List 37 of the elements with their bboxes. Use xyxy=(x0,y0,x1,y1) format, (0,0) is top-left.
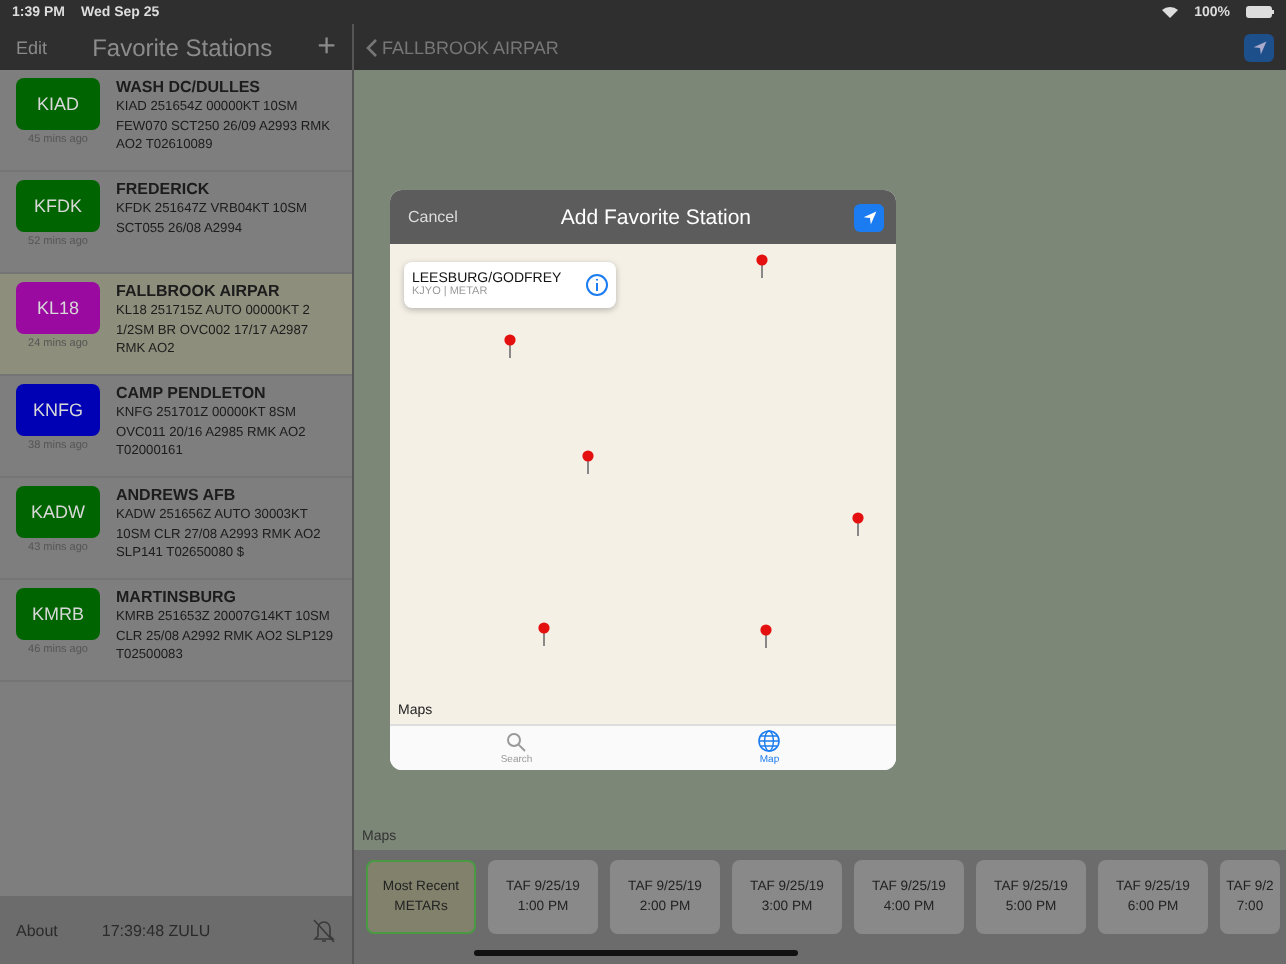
battery-icon xyxy=(1246,6,1274,18)
station-code-badge: KFDK xyxy=(16,180,100,232)
zulu-clock: 17:39:48 ZULU xyxy=(101,921,211,939)
pin-icon[interactable] xyxy=(756,254,768,278)
station-name: FREDERICK xyxy=(116,180,212,198)
wifi-icon xyxy=(1162,6,1179,18)
bell-muted-icon[interactable] xyxy=(312,917,336,943)
pin-icon[interactable] xyxy=(852,512,864,536)
search-icon xyxy=(506,731,527,751)
edit-button[interactable]: Edit xyxy=(16,37,48,57)
station-code-badge: KMRB xyxy=(16,588,100,640)
cancel-button[interactable]: Cancel xyxy=(408,208,458,226)
station-name: FALLBROOK AIRPAR xyxy=(116,282,282,300)
location-button[interactable] xyxy=(1244,33,1274,61)
station-code-badge: KL18 xyxy=(16,282,100,334)
globe-icon xyxy=(758,730,781,752)
station-name: CAMP PENDLETON xyxy=(116,384,268,402)
info-icon[interactable] xyxy=(586,274,608,296)
station-code-badge: KNFG xyxy=(16,384,100,436)
station-code-badge: KADW xyxy=(16,486,100,538)
station-name: MARTINSBURG xyxy=(116,588,238,606)
pin-icon[interactable] xyxy=(504,334,516,358)
about-link[interactable]: About xyxy=(16,921,58,939)
pin-icon[interactable] xyxy=(538,622,550,646)
add-button[interactable]: + xyxy=(317,31,336,63)
sidebar-title: Favorite Stations xyxy=(90,33,275,61)
station-name: ANDREWS AFB xyxy=(116,486,238,504)
station-name: WASH DC/DULLES xyxy=(116,78,262,96)
pin-icon[interactable] xyxy=(760,624,772,648)
chevron-left-icon[interactable] xyxy=(366,37,378,57)
back-link[interactable]: FALLBROOK AIRPAR xyxy=(382,37,559,57)
location-button[interactable] xyxy=(854,203,884,231)
dialog-title: Add Favorite Station xyxy=(558,205,754,229)
station-code-badge: KIAD xyxy=(16,78,100,130)
location-arrow-icon xyxy=(861,209,877,225)
location-arrow-icon xyxy=(1251,39,1267,55)
pin-icon[interactable] xyxy=(582,450,594,474)
